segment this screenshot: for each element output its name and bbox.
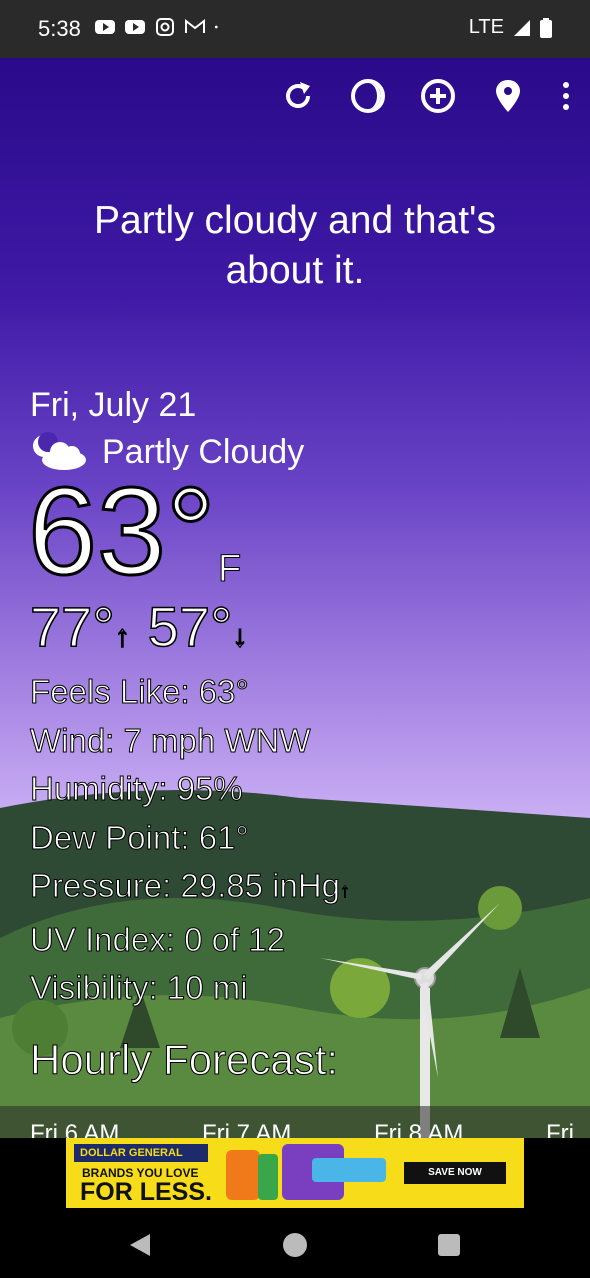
- hour-item[interactable]: Fri: [546, 1120, 574, 1138]
- visibility: Visibility: 10 mi: [29, 969, 248, 1007]
- add-location-button[interactable]: [420, 78, 456, 114]
- recents-icon[interactable]: [434, 1230, 464, 1260]
- low-temp: 57°↓: [147, 594, 249, 659]
- ad-cta-button[interactable]: SAVE NOW: [404, 1162, 506, 1184]
- location-pin-icon: [496, 80, 520, 112]
- add-location-icon: [421, 79, 455, 113]
- status-bar: 5:38 LTE: [0, 0, 590, 58]
- pressure: Pressure: 29.85 inHg: [29, 867, 341, 905]
- hour-item[interactable]: Fri 7 AM: [202, 1120, 291, 1138]
- status-time: 5:38: [38, 16, 81, 41]
- low-temp-value: 57°: [147, 594, 233, 659]
- notification-icons: [94, 18, 224, 36]
- high-low-temps: 77°↑ 57°↓: [29, 594, 249, 659]
- refresh-icon: [286, 82, 310, 108]
- ad-creative[interactable]: DOLLAR GENERAL BRANDS YOU LOVE FOR LESS.…: [66, 1138, 524, 1208]
- up-arrow-icon: ↑: [114, 619, 131, 654]
- uv-index: UV Index: 0 of 12: [29, 920, 285, 958]
- humidity: Humidity: 95%: [29, 770, 243, 808]
- more-options-button[interactable]: [560, 78, 572, 114]
- youtube-icon: [125, 20, 145, 34]
- moon-phase-icon: [351, 79, 385, 113]
- location-button[interactable]: [490, 78, 526, 114]
- current-temperature: 63°: [27, 463, 218, 601]
- weather-tagline: Partly cloudy and that's about it.: [94, 199, 496, 292]
- network-label: LTE: [468, 16, 504, 38]
- youtube-icon: [95, 20, 115, 34]
- toolbar: [280, 78, 572, 114]
- ad-banner[interactable]: DOLLAR GENERAL BRANDS YOU LOVE FOR LESS.…: [0, 1138, 590, 1216]
- weather-app: Partly cloudy and that's about it. Fri, …: [0, 58, 590, 1138]
- dew-point: Dew Point: 61°: [29, 818, 249, 856]
- back-icon[interactable]: [126, 1230, 156, 1260]
- dot-icon: [214, 25, 218, 29]
- moon-phase-button[interactable]: [350, 78, 386, 114]
- ad-brand-logo: DOLLAR GENERAL: [74, 1144, 208, 1162]
- temperature-unit: F: [217, 548, 242, 591]
- battery-icon: [540, 17, 552, 38]
- system-nav-bar: [0, 1216, 590, 1278]
- more-vert-icon: [563, 82, 569, 110]
- instagram-icon: [156, 18, 174, 36]
- hourly-forecast-title: Hourly Forecast:: [29, 1036, 339, 1084]
- weather-stats: Feels Like: 63° Wind: 7 mph WNW Humidity…: [29, 668, 351, 1013]
- hourly-forecast-strip[interactable]: Fri 6 AM Fri 7 AM Fri 8 AM Fri: [0, 1106, 590, 1138]
- hour-item[interactable]: Fri 8 AM: [374, 1120, 463, 1138]
- current-date: Fri, July 21: [30, 386, 197, 424]
- signal-icon: [514, 19, 530, 36]
- hour-item[interactable]: Fri 6 AM: [30, 1120, 119, 1138]
- ad-subheadline: FOR LESS.: [80, 1178, 212, 1206]
- refresh-button[interactable]: [280, 78, 316, 114]
- high-temp-value: 77°: [29, 594, 115, 659]
- high-temp: 77°↑: [29, 594, 131, 659]
- status-right: LTE: [469, 16, 552, 39]
- down-arrow-icon: ↓: [232, 619, 249, 654]
- pressure-rising-icon: ↑: [340, 880, 351, 903]
- wind: Wind: 7 mph WNW: [29, 721, 311, 759]
- gmail-icon: [185, 18, 205, 33]
- ad-products-image: [226, 1144, 386, 1200]
- pressure-row: Pressure: 29.85 inHg↑: [29, 862, 351, 916]
- home-icon[interactable]: [280, 1230, 310, 1260]
- feels-like: Feels Like: 63°: [29, 673, 249, 711]
